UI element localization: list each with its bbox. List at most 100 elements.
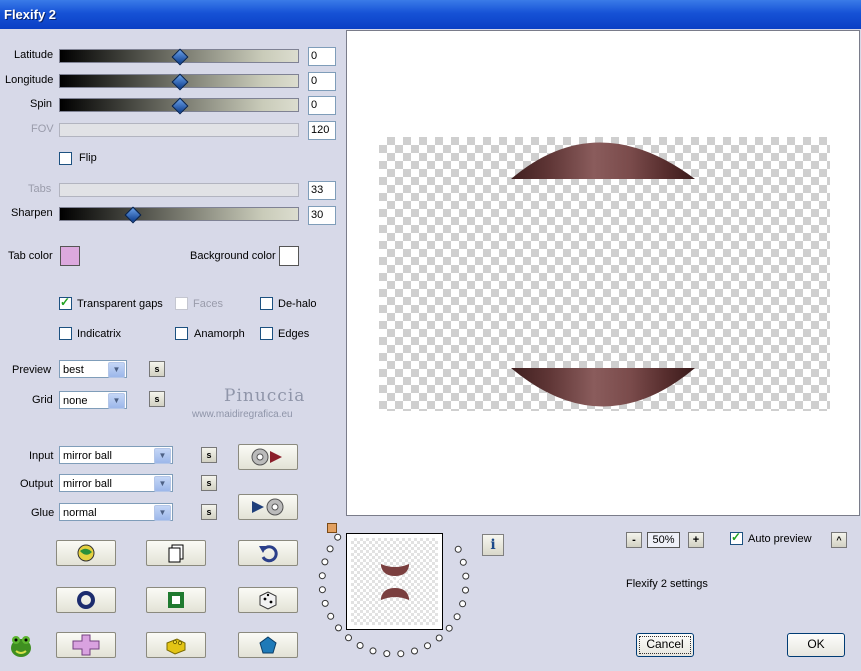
longitude-slider-thumb[interactable] xyxy=(171,73,189,91)
play-disc-icon xyxy=(252,498,284,516)
dial-dot[interactable] xyxy=(383,650,391,658)
dial-dot[interactable] xyxy=(345,634,352,642)
watermark-url: www.maidiregrafica.eu xyxy=(192,409,293,420)
latitude-slider-thumb[interactable] xyxy=(171,48,189,66)
settings-label: Flexify 2 settings xyxy=(626,578,708,590)
auto-preview-label: Auto preview xyxy=(748,533,812,545)
transparent-gaps-label: Transparent gaps xyxy=(77,298,163,310)
input-s-button[interactable]: s xyxy=(201,447,217,463)
dial-dot[interactable] xyxy=(411,647,418,655)
indicatrix-checkbox[interactable] xyxy=(59,327,72,340)
tab-color-swatch[interactable] xyxy=(60,246,80,266)
sharpen-input[interactable]: 30 xyxy=(308,206,336,225)
preview-quality-select[interactable]: best ▼ xyxy=(59,360,127,378)
dial-dot[interactable] xyxy=(327,612,335,620)
frog-icon[interactable] xyxy=(8,631,34,662)
dial-dot[interactable] xyxy=(459,600,467,608)
sharpen-label: Sharpen xyxy=(11,207,53,219)
dial-dot[interactable] xyxy=(459,558,467,566)
copy-button[interactable] xyxy=(146,540,206,566)
title-bar[interactable]: Flexify 2 xyxy=(0,0,861,29)
spin-input[interactable]: 0 xyxy=(308,96,336,115)
auto-preview-checkbox[interactable]: ✓ xyxy=(730,530,743,545)
cross-button[interactable] xyxy=(56,632,116,658)
pentagon-button[interactable] xyxy=(238,632,298,658)
output-preset-button[interactable] xyxy=(238,494,298,520)
input-preset-button[interactable] xyxy=(238,444,298,470)
glue-label: Glue xyxy=(31,507,55,519)
longitude-input[interactable]: 0 xyxy=(308,72,336,91)
sharpen-slider[interactable] xyxy=(59,206,299,224)
output-s-button[interactable]: s xyxy=(201,475,217,491)
anamorph-checkbox[interactable] xyxy=(175,327,188,340)
dial-dot[interactable] xyxy=(462,586,469,594)
latitude-input[interactable]: 0 xyxy=(308,47,336,66)
dial-dot[interactable] xyxy=(454,545,462,553)
dial-dot[interactable] xyxy=(435,634,443,642)
faces-checkbox xyxy=(175,297,188,310)
dial-dot[interactable] xyxy=(445,624,453,632)
undo-button[interactable] xyxy=(238,540,298,566)
dial-dot[interactable] xyxy=(335,624,342,632)
dial-dot[interactable] xyxy=(334,533,342,541)
info-icon[interactable]: i xyxy=(482,534,504,556)
dial-dot[interactable] xyxy=(318,586,326,594)
sharpen-slider-thumb[interactable] xyxy=(124,206,142,224)
cancel-button[interactable]: Cancel xyxy=(636,633,694,657)
transparent-gaps-checkbox[interactable]: ✓ xyxy=(59,295,72,310)
ring-button[interactable] xyxy=(56,587,116,613)
chevron-down-icon: ▼ xyxy=(154,448,171,464)
edges-checkbox[interactable] xyxy=(260,327,273,340)
flip-label: Flip xyxy=(79,152,97,164)
spin-slider[interactable] xyxy=(59,97,299,115)
edges-label: Edges xyxy=(278,328,310,340)
brick-button[interactable] xyxy=(146,632,206,658)
zoom-in-button[interactable]: + xyxy=(688,532,704,548)
copy-icon xyxy=(168,544,184,563)
navigator-dial[interactable] xyxy=(314,520,480,670)
preview-canvas[interactable] xyxy=(346,30,860,516)
dehalo-label: De-halo xyxy=(278,298,317,310)
grid-s-button[interactable]: s xyxy=(149,391,165,407)
zoom-level: 50% xyxy=(647,532,680,548)
fov-input: 120 xyxy=(308,121,336,140)
latitude-slider[interactable] xyxy=(59,48,299,66)
dehalo-checkbox[interactable] xyxy=(260,297,273,310)
dial-dot[interactable] xyxy=(369,647,377,655)
glue-select[interactable]: normal ▼ xyxy=(59,503,173,521)
dice-button[interactable] xyxy=(238,587,298,613)
dial-dot[interactable] xyxy=(318,572,326,580)
dial-dot[interactable] xyxy=(462,572,470,580)
output-select[interactable]: mirror ball ▼ xyxy=(59,474,173,492)
tab-color-label: Tab color xyxy=(8,250,53,262)
glue-s-button[interactable]: s xyxy=(201,504,217,520)
background-color-label: Background color xyxy=(190,250,276,262)
random-preset-button[interactable] xyxy=(56,540,116,566)
tabs-input: 33 xyxy=(308,181,336,200)
ok-button[interactable]: OK xyxy=(787,633,845,657)
dial-dot[interactable] xyxy=(326,545,334,553)
frame-button[interactable] xyxy=(146,587,206,613)
preview-quality-s-button[interactable]: s xyxy=(149,361,165,377)
chevron-down-icon: ▼ xyxy=(154,476,171,492)
collapse-button[interactable]: ^ xyxy=(831,532,847,548)
dial-dot[interactable] xyxy=(356,642,364,649)
grid-value: none xyxy=(63,395,88,407)
watermark-name: Pinuccia xyxy=(224,386,306,406)
dial-dot[interactable] xyxy=(453,613,461,621)
dial-dot[interactable] xyxy=(321,599,329,607)
latitude-label: Latitude xyxy=(14,49,54,61)
dial-dot[interactable] xyxy=(397,650,405,658)
dial-dot[interactable] xyxy=(424,642,431,650)
longitude-slider[interactable] xyxy=(59,73,299,91)
spin-slider-thumb[interactable] xyxy=(171,97,189,115)
input-value: mirror ball xyxy=(63,450,112,462)
zoom-out-button[interactable]: - xyxy=(626,532,642,548)
output-value: mirror ball xyxy=(63,478,112,490)
background-color-swatch[interactable] xyxy=(279,246,299,266)
grid-select[interactable]: none ▼ xyxy=(59,391,127,409)
brick-icon xyxy=(166,638,186,655)
input-select[interactable]: mirror ball ▼ xyxy=(59,446,173,464)
flip-checkbox[interactable] xyxy=(59,152,72,165)
dial-dot[interactable] xyxy=(321,558,329,566)
